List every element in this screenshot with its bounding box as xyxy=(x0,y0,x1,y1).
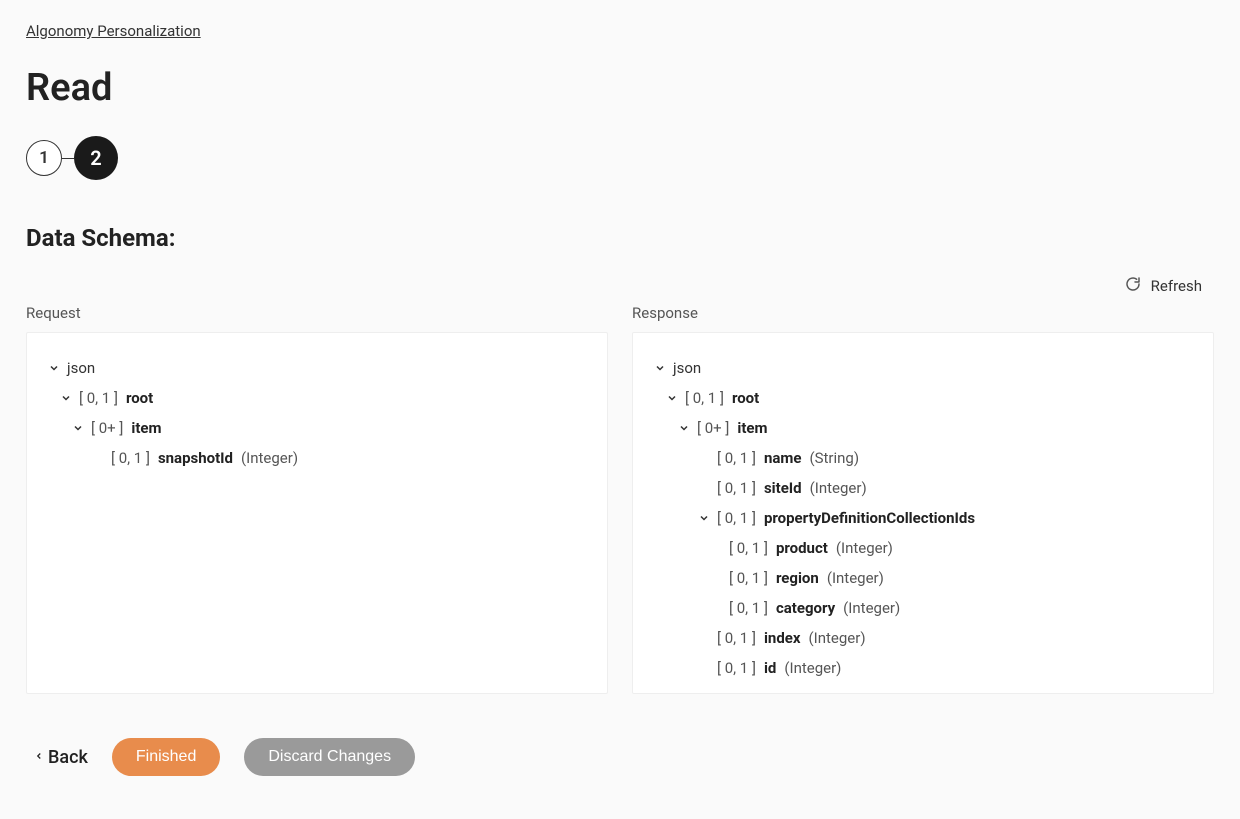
node-cardinality: [ 0, 1 ] xyxy=(111,449,150,467)
tree-node-name[interactable]: [ 0, 1 ] name (String) xyxy=(649,443,1197,473)
chevron-down-icon[interactable] xyxy=(653,361,667,375)
tree-node-siteid[interactable]: [ 0, 1 ] siteId (Integer) xyxy=(649,473,1197,503)
chevron-left-icon xyxy=(34,747,44,768)
node-cardinality: [ 0, 1 ] xyxy=(717,509,756,527)
node-type: (Integer) xyxy=(784,659,841,677)
node-type: (Integer) xyxy=(809,629,866,647)
tree-node-product[interactable]: [ 0, 1 ] product (Integer) xyxy=(649,533,1197,563)
tree-node-root[interactable]: [ 0, 1 ] root xyxy=(649,383,1197,413)
node-type: (Integer) xyxy=(843,599,900,617)
chevron-down-icon[interactable] xyxy=(665,391,679,405)
step-2[interactable]: 2 xyxy=(74,136,118,180)
node-name: region xyxy=(776,569,819,587)
node-label: json xyxy=(673,359,701,377)
tree-node-item[interactable]: [ 0+ ] item xyxy=(43,413,591,443)
tree-node-json[interactable]: json xyxy=(43,353,591,383)
chevron-down-icon[interactable] xyxy=(677,421,691,435)
page-title: Read xyxy=(26,66,1214,110)
chevron-down-icon[interactable] xyxy=(47,361,61,375)
node-type: (Integer) xyxy=(827,569,884,587)
node-name: siteId xyxy=(764,479,802,497)
response-panel: json [ 0, 1 ] root [ 0+ ] item xyxy=(632,332,1214,694)
node-name: root xyxy=(126,389,153,407)
tree-node-propdef[interactable]: [ 0, 1 ] propertyDefinitionCollectionIds xyxy=(649,503,1197,533)
tree-node-region[interactable]: [ 0, 1 ] region (Integer) xyxy=(649,563,1197,593)
refresh-label: Refresh xyxy=(1151,277,1202,295)
node-name: category xyxy=(776,599,835,617)
breadcrumb-link[interactable]: Algonomy Personalization xyxy=(26,22,201,40)
node-cardinality: [ 0, 1 ] xyxy=(717,449,756,467)
response-label: Response xyxy=(632,304,1214,322)
tree-node-category[interactable]: [ 0, 1 ] category (Integer) xyxy=(649,593,1197,623)
tree-node-json[interactable]: json xyxy=(649,353,1197,383)
node-name: root xyxy=(732,389,759,407)
node-label: json xyxy=(67,359,95,377)
request-panel: json [ 0, 1 ] root [ 0+ ] item xyxy=(26,332,608,694)
node-cardinality: [ 0, 1 ] xyxy=(717,479,756,497)
step-connector xyxy=(62,158,74,159)
refresh-icon xyxy=(1125,276,1141,296)
tree-node-id[interactable]: [ 0, 1 ] id (Integer) xyxy=(649,653,1197,683)
discard-button[interactable]: Discard Changes xyxy=(244,738,415,776)
finished-button[interactable]: Finished xyxy=(112,738,220,776)
node-name: product xyxy=(776,539,828,557)
tree-node-index[interactable]: [ 0, 1 ] index (Integer) xyxy=(649,623,1197,653)
node-cardinality: [ 0+ ] xyxy=(697,419,729,437)
back-label: Back xyxy=(48,747,88,768)
node-cardinality: [ 0, 1 ] xyxy=(717,629,756,647)
node-type: (Integer) xyxy=(810,479,867,497)
request-label: Request xyxy=(26,304,608,322)
node-name: index xyxy=(764,629,801,647)
chevron-down-icon[interactable] xyxy=(59,391,73,405)
node-name: item xyxy=(131,419,161,437)
node-name: name xyxy=(764,449,802,467)
refresh-button[interactable]: Refresh xyxy=(1125,276,1202,296)
step-1[interactable]: 1 xyxy=(26,140,62,176)
stepper: 1 2 xyxy=(26,136,1214,180)
node-cardinality: [ 0+ ] xyxy=(91,419,123,437)
node-type: (Integer) xyxy=(836,539,893,557)
node-name: id xyxy=(764,659,776,677)
tree-node-item[interactable]: [ 0+ ] item xyxy=(649,413,1197,443)
tree-node-root[interactable]: [ 0, 1 ] root xyxy=(43,383,591,413)
node-name: snapshotId xyxy=(158,449,233,467)
tree-node-snapshotid[interactable]: [ 0, 1 ] snapshotId (Integer) xyxy=(43,443,591,473)
node-cardinality: [ 0, 1 ] xyxy=(729,599,768,617)
node-cardinality: [ 0, 1 ] xyxy=(685,389,724,407)
node-type: (String) xyxy=(809,449,859,467)
chevron-down-icon[interactable] xyxy=(697,511,711,525)
node-name: item xyxy=(737,419,767,437)
node-cardinality: [ 0, 1 ] xyxy=(729,539,768,557)
node-cardinality: [ 0, 1 ] xyxy=(79,389,118,407)
node-name: propertyDefinitionCollectionIds xyxy=(764,509,975,527)
section-title: Data Schema: xyxy=(26,224,1214,252)
chevron-down-icon[interactable] xyxy=(71,421,85,435)
node-cardinality: [ 0, 1 ] xyxy=(729,569,768,587)
node-type: (Integer) xyxy=(241,449,298,467)
node-cardinality: [ 0, 1 ] xyxy=(717,659,756,677)
back-button[interactable]: Back xyxy=(34,747,88,768)
